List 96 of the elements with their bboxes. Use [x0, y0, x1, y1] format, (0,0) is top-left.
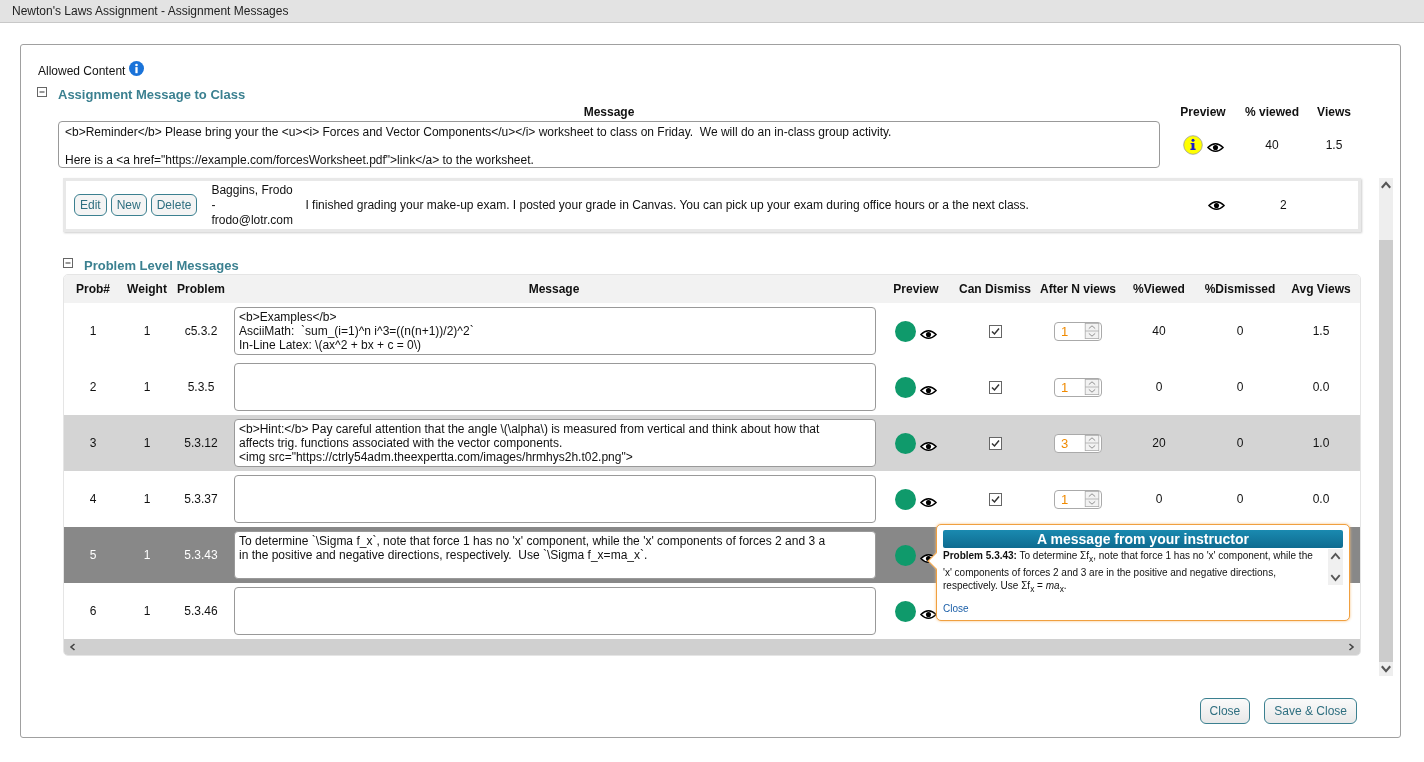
table-cell-text: 1.0	[1311, 436, 1331, 450]
table-cell-text: 6	[88, 604, 98, 618]
table-cell-text: 3	[88, 436, 98, 450]
checkbox[interactable]	[988, 380, 1002, 394]
message-field[interactable]: <b>Hint:</b> Pay careful attention that the angle \(\alpha\) is measured from vertical and think about how that affects trig. functions associated with the vector components. <img src="https://ctrly54adm.theexpertta.com/images/hrmhys2h.t02.png">	[234, 419, 876, 467]
collapse-icon[interactable]	[37, 87, 47, 97]
checkbox[interactable]	[988, 492, 1002, 506]
table-cell-text: 1	[88, 324, 98, 338]
action-button[interactable]: Delete	[150, 194, 198, 216]
table-cell-text: 0	[1235, 380, 1245, 394]
views-count: 2	[1279, 198, 1287, 212]
allowed-content-label: Allowed Content	[38, 64, 126, 78]
table-cell-text: 0.0	[1311, 380, 1331, 394]
collapse-icon[interactable]	[63, 258, 73, 268]
column-header: Problem	[176, 282, 226, 296]
dialog-button[interactable]: Save & Close	[1264, 698, 1357, 724]
action-button[interactable]: Edit	[74, 194, 107, 216]
column-header: Message	[527, 282, 581, 296]
table-cell-text: c5.3.2	[183, 324, 219, 338]
action-button[interactable]: New	[110, 194, 147, 216]
vertical-scrollbar[interactable]	[1379, 178, 1393, 676]
author-text: frodo@lotr.com	[211, 212, 294, 228]
scroll-right-icon[interactable]	[1346, 642, 1356, 652]
status-dot-icon[interactable]	[895, 544, 916, 566]
table-cell-text: 5.3.5	[186, 380, 216, 394]
percent-viewed: 40	[1264, 137, 1280, 152]
column-header: Views	[1316, 104, 1352, 121]
column-header: Avg Views	[1290, 282, 1352, 296]
section-title[interactable]: Assignment Message to Class	[58, 86, 246, 102]
table-cell-text: 0.0	[1311, 492, 1331, 506]
author-text: Baggins, Frodo	[211, 182, 294, 198]
table-cell-text: 5.3.37	[183, 492, 219, 506]
column-header: Preview	[892, 282, 940, 296]
info-icon[interactable]	[129, 60, 145, 76]
section-title[interactable]: Problem Level Messages	[84, 257, 239, 273]
scroll-left-icon[interactable]	[68, 642, 78, 652]
table-cell-text: 2	[88, 380, 98, 394]
column-header: Message	[582, 104, 636, 121]
table-cell-text: 0	[1154, 380, 1164, 394]
column-header: Weight	[126, 282, 168, 296]
table-cell-text: 40	[1151, 324, 1167, 338]
eye-icon[interactable]	[920, 328, 937, 340]
table-cell-text: 0	[1235, 492, 1245, 506]
table-cell-text: 1	[142, 436, 152, 450]
table-cell-text: 1	[142, 604, 152, 618]
message-field[interactable]	[234, 363, 876, 411]
message-field[interactable]: <b>Examples</b> AsciiMath: `sum_(i=1)^n i^3=((n(n+1))/2)^2` In-Line Latex: \(ax^2 + bx + c = 0\)	[234, 307, 876, 355]
horizontal-scrollbar[interactable]	[64, 639, 1360, 655]
table-cell-text: 4	[88, 492, 98, 506]
student-message: I finished grading your make-up exam. I posted your grade in Canvas. You can pick up your exam during office hours or a the next class.	[305, 198, 1029, 212]
message-field[interactable]: <b>Reminder</b> Please bring your the <u><i> Forces and Vector Components</u></i> worksheet to class on Friday. We will do an in-class group activity. Here is a <a href="https://example.com/forcesWorksheet.pdf">link</a> to the worksheet.	[58, 121, 1160, 168]
dialog-button[interactable]: Close	[1199, 698, 1251, 724]
eye-icon[interactable]	[920, 384, 937, 396]
message-field[interactable]	[234, 475, 876, 523]
column-header: Preview	[1179, 104, 1227, 121]
table-cell-text: 5.3.46	[183, 604, 219, 618]
table-cell-text: 0	[1235, 436, 1245, 450]
views-count: 1.5	[1324, 137, 1344, 152]
eye-icon[interactable]	[1207, 199, 1225, 211]
info-icon[interactable]	[1182, 134, 1203, 155]
table-cell-text: 1	[142, 492, 152, 506]
table-cell-text: 5	[88, 548, 98, 562]
table-cell-text: 5.3.43	[183, 548, 219, 562]
column-header: %Viewed	[1132, 282, 1186, 296]
message-field[interactable]: To determine `\Sigma f_x`, note that force 1 has no 'x' component, while the 'x' components of forces 2 and 3 a in the positive and negative directions, respectively. Use `\Sigma f_x=ma_x`.	[234, 531, 876, 579]
column-header: %Dismissed	[1203, 282, 1277, 296]
eye-icon[interactable]	[1206, 142, 1224, 153]
close-link[interactable]: Close	[943, 603, 969, 614]
checkbox[interactable]	[988, 436, 1002, 450]
table-row[interactable]	[64, 415, 1360, 471]
message-field[interactable]	[234, 587, 876, 635]
column-header: Can Dismiss	[958, 282, 1032, 296]
table-cell-text: 1	[142, 548, 152, 562]
checkbox[interactable]	[988, 324, 1002, 338]
table-cell-text: 1.5	[1311, 324, 1331, 338]
author-text: -	[211, 197, 217, 213]
eye-icon[interactable]	[920, 608, 937, 620]
status-dot-icon[interactable]	[895, 600, 916, 622]
status-dot-icon[interactable]	[895, 376, 916, 398]
status-dot-icon[interactable]	[895, 320, 916, 342]
table-cell-text: 5.3.12	[183, 436, 219, 450]
status-dot-icon[interactable]	[895, 488, 916, 510]
popup-scrollbar[interactable]	[1328, 549, 1343, 585]
column-header: After N views	[1039, 282, 1117, 296]
table-cell-text: 0	[1154, 492, 1164, 506]
table-cell-text: 0	[1235, 324, 1245, 338]
popup-title: A message from your instructor	[943, 530, 1343, 548]
column-header: Prob#	[75, 282, 111, 296]
table-cell-text: 1	[142, 324, 152, 338]
status-dot-icon[interactable]	[895, 432, 916, 454]
table-cell-text: 20	[1151, 436, 1167, 450]
eye-icon[interactable]	[920, 440, 937, 452]
column-header: % viewed	[1244, 104, 1300, 121]
window-title: Newton's Laws Assignment - Assignment Messages	[12, 4, 289, 18]
table-cell-text: 1	[142, 380, 152, 394]
eye-icon[interactable]	[920, 496, 937, 508]
